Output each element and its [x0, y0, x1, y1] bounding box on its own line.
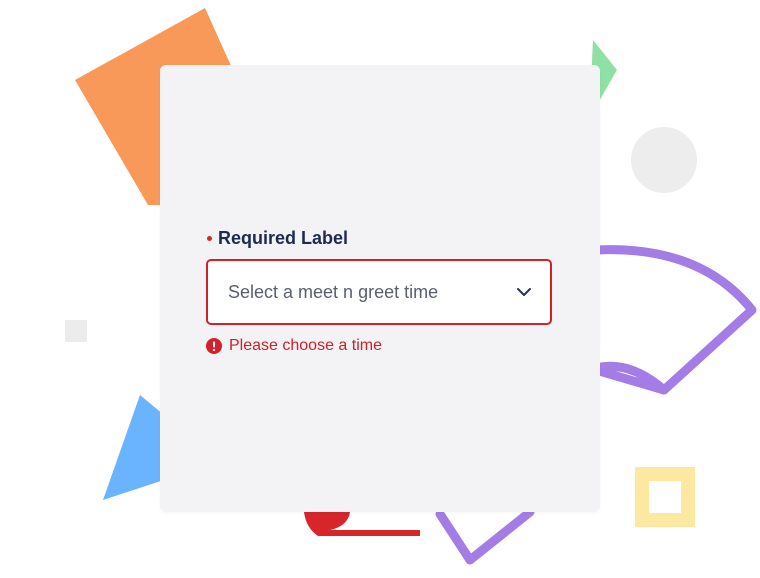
- select-field: Required Label Select a meet n greet tim…: [206, 227, 556, 354]
- gray-square-shape: [65, 320, 87, 342]
- error-alert-icon: [206, 338, 222, 354]
- error-row: Please choose a time: [206, 335, 382, 357]
- required-dot-icon: [207, 235, 212, 241]
- select-placeholder: Select a meet n greet time: [228, 282, 439, 302]
- field-label-row: Required Label: [206, 227, 556, 249]
- chevron-down-icon: [517, 288, 531, 296]
- purple-zigzag-shape: [435, 507, 535, 565]
- yellow-square-shape: [635, 467, 695, 527]
- field-label: Required Label: [218, 227, 349, 248]
- red-blob-shape: [304, 512, 420, 536]
- meet-greet-time-select[interactable]: Select a meet n greet time: [206, 259, 552, 325]
- form-card: Required Label Select a meet n greet tim…: [160, 65, 600, 512]
- gray-circle-shape: [631, 127, 697, 193]
- error-message: Please choose a time: [229, 337, 382, 354]
